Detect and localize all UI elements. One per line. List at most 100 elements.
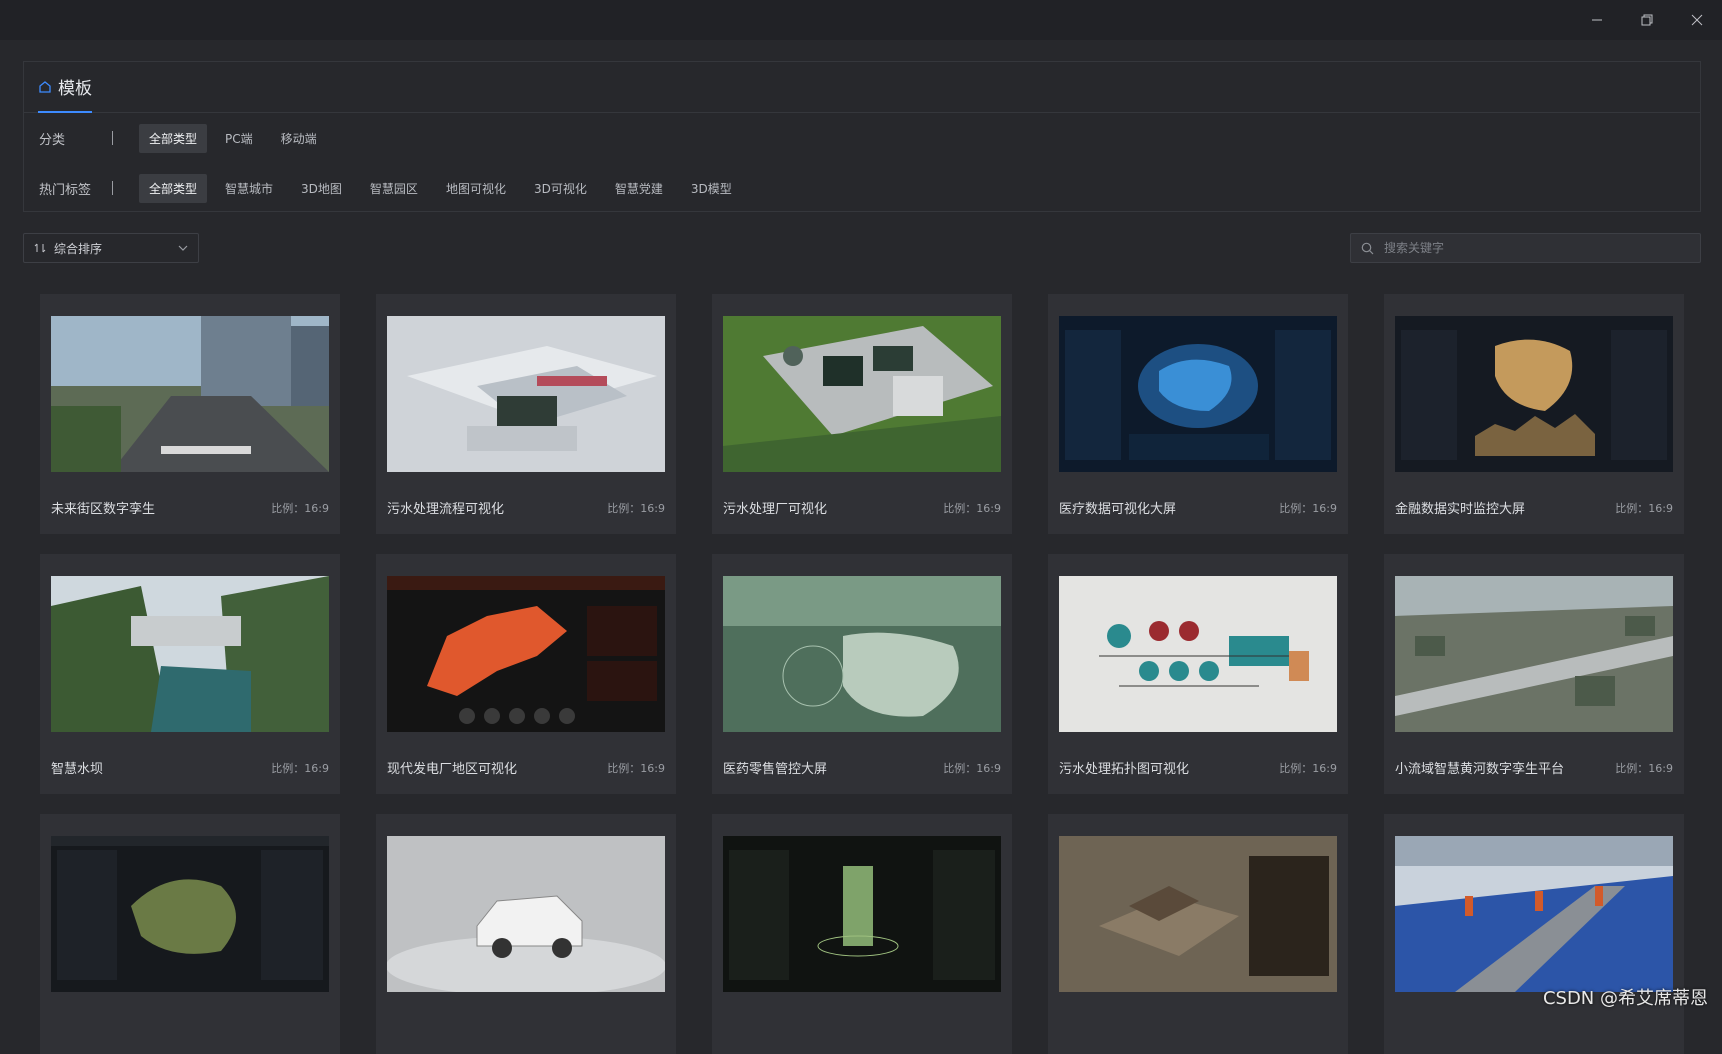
- card-ratio: 比例：16:9: [1615, 501, 1673, 515]
- card-meta: 污水处理拓扑图可视化 比例：16:9: [1059, 758, 1337, 778]
- minimize-icon: [1592, 19, 1602, 21]
- template-card[interactable]: [376, 814, 676, 1054]
- panel-header: 模板: [24, 62, 1700, 113]
- divider: [112, 131, 113, 145]
- tag-chip[interactable]: 智慧园区: [360, 174, 428, 203]
- card-title: 医药零售管控大屏: [723, 762, 828, 777]
- search-field: [1350, 233, 1701, 263]
- card-title: 未来街区数字孪生: [51, 502, 156, 517]
- sort-label: 综合排序: [54, 241, 103, 256]
- template-thumbnail: [1059, 836, 1337, 992]
- close-button[interactable]: [1672, 0, 1722, 40]
- tag-chip[interactable]: 3D地图: [291, 174, 352, 203]
- tag-chips: 全部类型 智慧城市 3D地图 智慧园区 地图可视化 3D可视化 智慧党建 3D模…: [139, 173, 742, 203]
- template-card[interactable]: [1384, 814, 1684, 1054]
- template-thumbnail: [387, 576, 665, 732]
- template-card[interactable]: 医药零售管控大屏 比例：16:9: [712, 554, 1012, 794]
- card-ratio: 比例：16:9: [1279, 501, 1337, 515]
- card-title: 污水处理流程可视化: [387, 502, 505, 517]
- chevron-down-icon: [178, 245, 188, 251]
- template-thumbnail: [51, 836, 329, 992]
- tag-chip[interactable]: 全部类型: [139, 173, 208, 203]
- divider: [112, 181, 113, 195]
- template-thumbnail: [1395, 576, 1673, 732]
- template-thumbnail: [1395, 836, 1673, 992]
- window-controls: [1572, 0, 1722, 40]
- card-ratio: 比例：16:9: [1615, 761, 1673, 775]
- category-label: 分类: [39, 132, 66, 148]
- tags-row: 热门标签 全部类型 智慧城市 3D地图 智慧园区 地图可视化 3D可视化 智慧党…: [24, 163, 1700, 213]
- card-title: 金融数据实时监控大屏: [1395, 502, 1526, 517]
- template-thumbnail: [1059, 316, 1337, 472]
- home-icon: [39, 80, 51, 93]
- card-meta: 未来街区数字孪生 比例：16:9: [51, 498, 329, 518]
- watermark: CSDN @希艾席蒂恩: [1542, 988, 1708, 1009]
- card-ratio: 比例：16:9: [607, 501, 665, 515]
- card-meta: 污水处理流程可视化 比例：16:9: [387, 498, 665, 518]
- template-card[interactable]: 小流域智慧黄河数字孪生平台 比例：16:9: [1384, 554, 1684, 794]
- card-meta: 污水处理厂可视化 比例：16:9: [723, 498, 1001, 518]
- tag-chip[interactable]: 智慧党建: [605, 174, 673, 203]
- search-input[interactable]: [1382, 240, 1686, 256]
- minimize-button[interactable]: [1572, 0, 1622, 40]
- sort-select[interactable]: 综合排序: [23, 233, 199, 263]
- template-thumbnail: [723, 836, 1001, 992]
- card-title: 污水处理厂可视化: [723, 502, 828, 517]
- card-title: 污水处理拓扑图可视化: [1059, 762, 1190, 777]
- template-card[interactable]: 未来街区数字孪生 比例：16:9: [40, 294, 340, 534]
- category-chip-all[interactable]: 全部类型: [139, 123, 208, 153]
- template-card[interactable]: [40, 814, 340, 1054]
- category-chip-mobile[interactable]: 移动端: [271, 124, 327, 153]
- template-thumbnail: [387, 836, 665, 992]
- tag-chip[interactable]: 3D模型: [681, 174, 742, 203]
- template-card[interactable]: 金融数据实时监控大屏 比例：16:9: [1384, 294, 1684, 534]
- sort-icon: [34, 243, 46, 253]
- card-title: 现代发电厂地区可视化: [387, 762, 518, 777]
- filter-panel: 模板 分类 全部类型 PC端 移动端 热门标签 全部类型 智慧城市 3D地图 智…: [23, 61, 1701, 212]
- card-title: 医疗数据可视化大屏: [1059, 502, 1177, 517]
- category-chips: 全部类型 PC端 移动端: [139, 123, 327, 153]
- restore-icon: [1641, 14, 1653, 26]
- card-ratio: 比例：16:9: [943, 501, 1001, 515]
- template-card[interactable]: 现代发电厂地区可视化 比例：16:9: [376, 554, 676, 794]
- template-card[interactable]: 医疗数据可视化大屏 比例：16:9: [1048, 294, 1348, 534]
- panel-title-text: 模板: [58, 79, 92, 99]
- template-thumbnail: [1059, 576, 1337, 732]
- template-card[interactable]: 污水处理拓扑图可视化 比例：16:9: [1048, 554, 1348, 794]
- tags-label: 热门标签: [39, 182, 92, 198]
- panel-title[interactable]: 模板: [38, 74, 92, 99]
- tag-chip[interactable]: 智慧城市: [215, 174, 283, 203]
- template-thumbnail: [51, 316, 329, 472]
- title-bar: [0, 0, 1722, 40]
- template-grid: 未来街区数字孪生 比例：16:9 污水处理流程可视化 比例：16:9 污水处理厂…: [40, 294, 1684, 1054]
- category-row: 分类 全部类型 PC端 移动端: [24, 113, 1700, 163]
- template-card[interactable]: [1048, 814, 1348, 1054]
- template-card[interactable]: [712, 814, 1012, 1054]
- template-card[interactable]: 污水处理流程可视化 比例：16:9: [376, 294, 676, 534]
- category-chip-pc[interactable]: PC端: [215, 124, 263, 153]
- card-ratio: 比例：16:9: [607, 761, 665, 775]
- template-thumbnail: [1395, 316, 1673, 472]
- card-meta: 现代发电厂地区可视化 比例：16:9: [387, 758, 665, 778]
- tag-chip[interactable]: 地图可视化: [436, 174, 516, 203]
- restore-button[interactable]: [1622, 0, 1672, 40]
- tag-chip[interactable]: 3D可视化: [524, 174, 597, 203]
- search-icon: [1361, 242, 1374, 254]
- template-card[interactable]: 污水处理厂可视化 比例：16:9: [712, 294, 1012, 534]
- template-thumbnail: [51, 576, 329, 732]
- card-meta: 医药零售管控大屏 比例：16:9: [723, 758, 1001, 778]
- close-icon: [1691, 14, 1703, 26]
- card-ratio: 比例：16:9: [271, 501, 329, 515]
- card-meta: 智慧水坝 比例：16:9: [51, 758, 329, 778]
- card-ratio: 比例：16:9: [1279, 761, 1337, 775]
- card-meta: 小流域智慧黄河数字孪生平台 比例：16:9: [1395, 758, 1673, 778]
- template-thumbnail: [723, 316, 1001, 472]
- card-ratio: 比例：16:9: [271, 761, 329, 775]
- card-meta: 金融数据实时监控大屏 比例：16:9: [1395, 498, 1673, 518]
- template-thumbnail: [387, 316, 665, 472]
- card-ratio: 比例：16:9: [943, 761, 1001, 775]
- template-card[interactable]: 智慧水坝 比例：16:9: [40, 554, 340, 794]
- card-title: 智慧水坝: [51, 762, 104, 777]
- card-title: 小流域智慧黄河数字孪生平台: [1395, 762, 1565, 777]
- template-thumbnail: [723, 576, 1001, 732]
